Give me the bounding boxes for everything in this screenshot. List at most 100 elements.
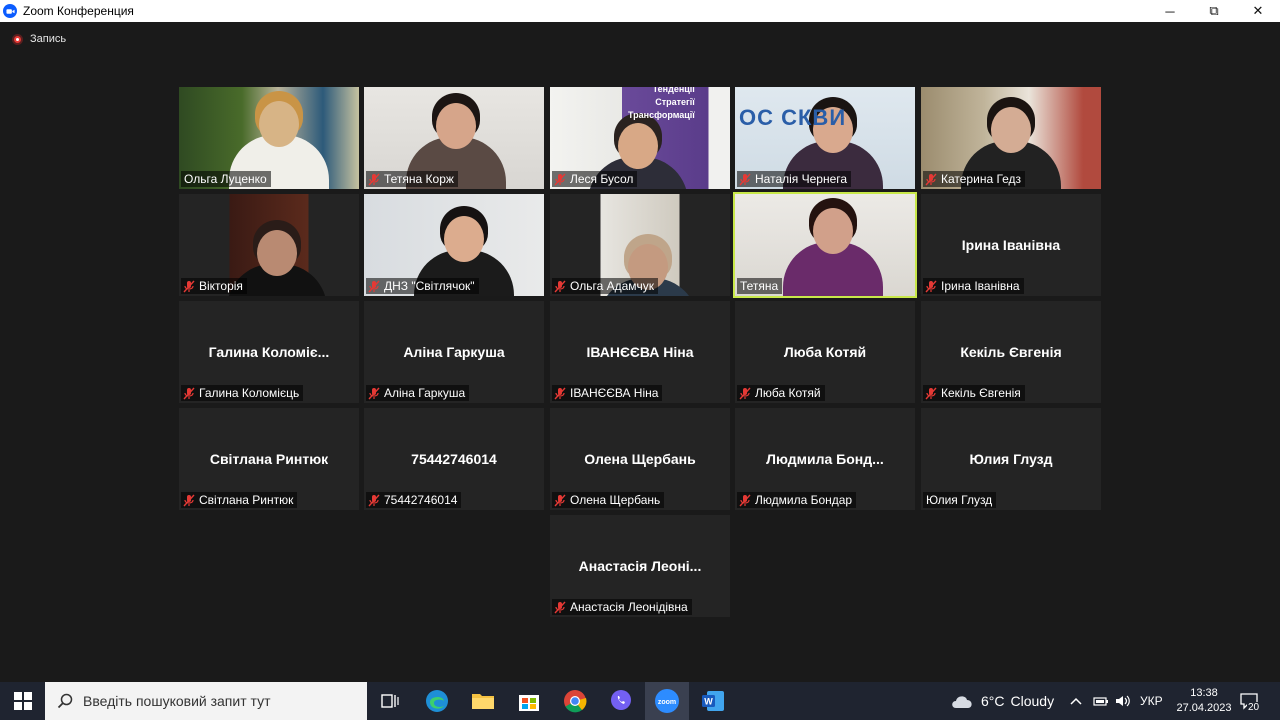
participant-tile[interactable]: ІВАНЄЄВА Ніна ІВАНЄЄВА Ніна (550, 301, 730, 403)
mic-muted-icon (554, 494, 570, 507)
participant-name-label: Тетяна (737, 278, 783, 294)
participant-tile[interactable]: Тетяна (733, 192, 917, 298)
chevron-up-icon[interactable] (1070, 682, 1082, 720)
recording-label: Запись (30, 33, 67, 45)
participant-name: Тетяна (740, 279, 779, 293)
participant-tile[interactable]: Люба Котяй Люба Котяй (735, 301, 915, 403)
search-placeholder: Введіть пошуковий запит тут (83, 693, 271, 709)
participant-name-label: Леся Бусол (552, 171, 638, 187)
participant-tile[interactable]: ОС СКВИ Наталія Чернега (735, 87, 915, 189)
participant-tile[interactable]: Кекіль Євгенія Кекіль Євгенія (921, 301, 1101, 403)
mic-muted-icon (183, 280, 199, 293)
participant-name: Вікторія (199, 279, 243, 293)
participant-display-name: Анастасія Леоні... (578, 558, 702, 574)
participant-name: Леся Бусол (570, 172, 634, 186)
viber-icon[interactable] (599, 682, 643, 720)
cloud-icon (950, 693, 974, 709)
participant-tile[interactable]: Тетяна Корж (364, 87, 544, 189)
zoom-icon[interactable]: zoom (645, 682, 689, 720)
participant-tile[interactable]: Ірина Іванівна Ірина Іванівна (921, 194, 1101, 296)
participant-name-label: Ірина Іванівна (923, 278, 1024, 294)
mic-muted-icon (925, 280, 941, 293)
backdrop-banner-text: ОС СКВИ (739, 105, 847, 130)
participant-name: ІВАНЄЄВА Ніна (570, 386, 659, 400)
participant-name-label: Тетяна Корж (366, 171, 458, 187)
window-title: Zoom Конференция (23, 4, 134, 18)
maximize-button[interactable]: ⧉ (1192, 0, 1236, 22)
participant-name-label: Аліна Гаркуша (366, 385, 470, 401)
participant-display-name: Галина Коломіє... (208, 344, 330, 360)
participant-tile[interactable]: Світлана Ринтюк Світлана Ринтюк (179, 408, 359, 510)
edge-icon[interactable] (415, 682, 459, 720)
notification-count: 20 (1247, 702, 1261, 713)
battery-icon[interactable] (1093, 682, 1109, 720)
participant-tile[interactable]: Анастасія Леоні... Анастасія Леонідівна (550, 515, 730, 617)
participant-name: Людмила Бондар (755, 493, 853, 507)
participant-tile[interactable]: Катерина Гедз (921, 87, 1101, 189)
participant-display-name: Кекіль Євгенія (960, 344, 1062, 360)
participant-name-label: 75442746014 (366, 492, 462, 508)
participant-tile[interactable]: Юлия Глузд Юлия Глузд (921, 408, 1101, 510)
participant-name-label: ІВАНЄЄВА Ніна (552, 385, 663, 401)
participant-tile[interactable]: Вікторія (179, 194, 359, 296)
participant-name-label: Вікторія (181, 278, 247, 294)
participant-name: Ірина Іванівна (941, 279, 1020, 293)
language-indicator[interactable]: УКР (1140, 682, 1163, 720)
participant-name: Ольга Адамчук (570, 279, 655, 293)
participant-tile[interactable]: 75442746014 75442746014 (364, 408, 544, 510)
task-view-icon[interactable] (368, 682, 412, 720)
store-icon[interactable] (507, 682, 551, 720)
participant-name: Галина Коломієць (199, 386, 300, 400)
participant-tile[interactable]: Аліна Гаркуша Аліна Гаркуша (364, 301, 544, 403)
word-icon[interactable]: W (691, 682, 735, 720)
participant-name-label: Анастасія Леонідівна (552, 599, 692, 615)
mic-muted-icon (925, 387, 941, 400)
participant-name: Юлия Глузд (926, 493, 993, 507)
participant-name-label: Катерина Гедз (923, 171, 1026, 187)
minimize-button[interactable]: ─ (1148, 0, 1192, 22)
clock[interactable]: 13:38 27.04.2023 (1172, 682, 1236, 720)
chrome-icon[interactable] (553, 682, 597, 720)
participant-tile[interactable]: Ольга Адамчук (550, 194, 730, 296)
participant-tile[interactable]: Тенденції Стратегії Трансформації Леся Бу… (550, 87, 730, 189)
participant-tile[interactable]: Людмила Бонд... Людмила Бондар (735, 408, 915, 510)
svg-text:zoom: zoom (658, 699, 676, 706)
participant-name: ДНЗ "Світлячок" (384, 279, 475, 293)
participant-tile[interactable]: Олена Щербань Олена Щербань (550, 408, 730, 510)
participant-name-label: Галина Коломієць (181, 385, 304, 401)
participant-name: Світлана Ринтюк (199, 493, 294, 507)
participant-display-name: ІВАНЄЄВА Ніна (586, 344, 694, 360)
participant-display-name: 75442746014 (411, 451, 497, 467)
participant-display-name: Юлия Глузд (969, 451, 1053, 467)
taskbar-search-box[interactable]: Введіть пошуковий запит тут (45, 682, 367, 720)
mic-muted-icon (554, 601, 570, 614)
notification-icon[interactable]: 20 (1240, 682, 1261, 720)
participant-tile[interactable]: Галина Коломіє... Галина Коломієць (179, 301, 359, 403)
participant-tile[interactable]: Ольга Луценко (179, 87, 359, 189)
mic-muted-icon (183, 494, 199, 507)
participant-display-name: Людмила Бонд... (766, 451, 884, 467)
close-button[interactable]: ✕ (1236, 0, 1280, 22)
mic-muted-icon (925, 173, 941, 186)
mic-muted-icon (739, 173, 755, 186)
participant-name-label: Ольга Луценко (181, 171, 271, 187)
participant-tile[interactable]: ДНЗ "Світлячок" (364, 194, 544, 296)
participant-name-label: Наталія Чернега (737, 171, 852, 187)
participant-name-label: Юлия Глузд (923, 492, 997, 508)
speaker-icon[interactable] (1115, 682, 1131, 720)
participant-name-label: Олена Щербань (552, 492, 665, 508)
participant-display-name: Світлана Ринтюк (209, 451, 329, 467)
mic-muted-icon (739, 387, 755, 400)
participant-name: Аліна Гаркуша (384, 386, 466, 400)
mic-muted-icon (739, 494, 755, 507)
participant-name-label: Люба Котяй (737, 385, 825, 401)
weather-widget[interactable]: 6°C Cloudy (950, 682, 1054, 720)
participant-name-label: ДНЗ "Світлячок" (366, 278, 479, 294)
file-explorer-icon[interactable] (461, 682, 505, 720)
participant-name-label: Ольга Адамчук (552, 278, 659, 294)
participant-display-name: Ірина Іванівна (961, 237, 1061, 253)
recording-indicator[interactable]: Запись (12, 33, 66, 45)
start-icon[interactable] (0, 682, 45, 720)
participant-name: Тетяна Корж (384, 172, 454, 186)
participant-name: 75442746014 (384, 493, 458, 507)
